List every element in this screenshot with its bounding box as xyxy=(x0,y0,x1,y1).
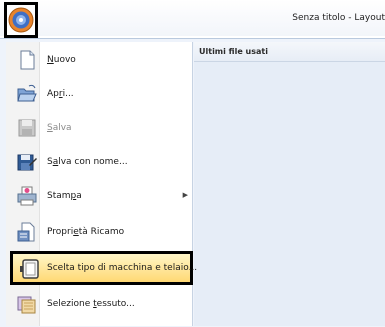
menu-item-new[interactable]: Nuovo xyxy=(6,45,192,75)
menu-item-machine-and-hoop[interactable]: Scelta tipo di macchina e telaio... xyxy=(10,251,197,285)
menu-item-save-label: Salva xyxy=(47,123,72,133)
recent-files-panel: Ultimi file usati xyxy=(194,42,385,326)
application-button[interactable] xyxy=(4,2,38,38)
menu-item-machine-and-hoop-label: Scelta tipo di macchina e telaio... xyxy=(47,263,198,273)
menu-item-select-fabric[interactable]: Selezione tessuto... xyxy=(6,289,192,319)
print-icon xyxy=(17,186,37,206)
menu-item-embroidery-properties-label: Proprietà Ricamo xyxy=(47,227,125,237)
menu-item-open-label: Apri... xyxy=(47,89,74,99)
menu-item-embroidery-properties[interactable]: Proprietà Ricamo xyxy=(6,217,192,247)
menu-item-print-label: Stampa xyxy=(47,191,82,201)
properties-icon xyxy=(17,222,35,242)
recent-files-title: Ultimi file usati xyxy=(199,47,268,56)
menu-item-new-label: Nuovo xyxy=(47,55,76,65)
menu-item-select-fabric-label: Selezione tessuto... xyxy=(47,299,135,309)
hoop-icon xyxy=(20,259,39,279)
new-document-icon xyxy=(20,50,35,70)
menu-item-save[interactable]: Salva xyxy=(6,113,192,143)
title-bar: Senza titolo - Layout xyxy=(0,0,385,36)
save-icon xyxy=(18,119,36,137)
window-title: Senza titolo - Layout xyxy=(292,13,385,23)
open-folder-icon xyxy=(17,84,37,102)
recent-files-header: Ultimi file usati xyxy=(194,42,385,62)
recent-files-list xyxy=(194,62,385,326)
menu-item-print[interactable]: Stampa ▶ xyxy=(6,181,192,211)
menu-item-save-as[interactable]: Salva con nome... xyxy=(6,147,192,177)
save-as-icon xyxy=(17,154,37,171)
menu-item-save-as-label: Salva con nome... xyxy=(47,157,128,167)
fabric-icon xyxy=(17,296,36,314)
menu-item-open[interactable]: Apri... xyxy=(6,79,192,109)
app-logo-icon xyxy=(8,7,34,33)
submenu-arrow-icon: ▶ xyxy=(182,191,188,199)
